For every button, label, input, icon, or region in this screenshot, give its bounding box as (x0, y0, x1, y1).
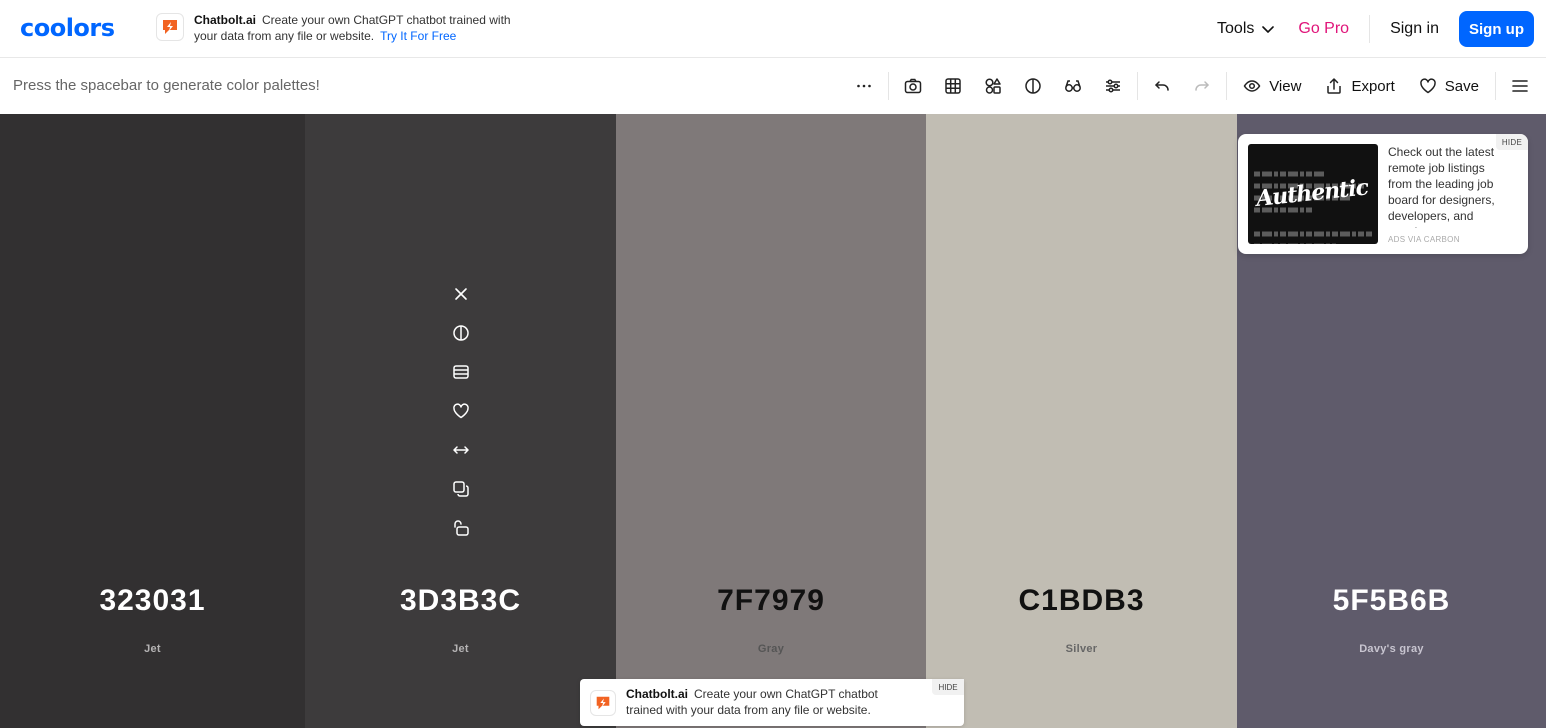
drag-icon[interactable] (446, 430, 476, 469)
close-icon[interactable] (446, 274, 476, 313)
ads-via-carbon[interactable]: ADS VIA CARBON (1388, 235, 1460, 244)
view-button[interactable]: View (1231, 66, 1313, 106)
contrast-icon[interactable] (446, 313, 476, 352)
carbon-ad-card[interactable]: Authentic Check out the latest remote jo… (1238, 134, 1528, 254)
undo-icon[interactable] (1142, 66, 1182, 106)
bottom-ad-text: Chatbolt.ai Create your own ChatGPT chatb… (626, 686, 916, 718)
more-icon[interactable] (844, 66, 884, 106)
swatch-tools (446, 274, 476, 547)
hide-ad-button[interactable]: HIDE (1496, 134, 1528, 150)
camera-icon[interactable] (893, 66, 933, 106)
chatbolt-logo-icon (156, 13, 184, 41)
grid-icon[interactable] (933, 66, 973, 106)
carbon-ad-text[interactable]: Check out the latest remote job listings… (1388, 144, 1500, 228)
heart-icon[interactable] (446, 391, 476, 430)
save-button[interactable]: Save (1407, 66, 1491, 106)
sign-up-button[interactable]: Sign up (1459, 11, 1534, 47)
spacebar-hint: Press the spacebar to generate color pal… (13, 77, 320, 94)
generator-toolbar: Press the spacebar to generate color pal… (0, 58, 1546, 114)
top-sponsor-ad[interactable]: Chatbolt.ai Create your own ChatGPT chatb… (156, 12, 536, 48)
toolbar-divider (1495, 72, 1496, 100)
heart-icon (1419, 77, 1437, 95)
color-swatch-2[interactable]: 3D3B3C Jet (305, 114, 616, 728)
swatch-hex-code[interactable]: 323031 (0, 584, 305, 618)
hamburger-menu-icon[interactable] (1500, 66, 1540, 106)
swatch-color-name[interactable]: Jet (0, 643, 305, 655)
swatch-color-name[interactable]: Gray (616, 643, 926, 655)
copy-icon[interactable] (446, 469, 476, 508)
bottom-sponsor-ad[interactable]: Chatbolt.ai Create your own ChatGPT chatb… (580, 679, 964, 726)
contrast-icon[interactable] (1013, 66, 1053, 106)
top-navbar: coolors Chatbolt.ai Create your own ChatG… (0, 0, 1546, 58)
export-button[interactable]: Export (1313, 66, 1406, 106)
shades-icon[interactable] (446, 352, 476, 391)
hide-ad-button[interactable]: HIDE (932, 679, 964, 695)
sliders-icon[interactable] (1093, 66, 1133, 106)
chatbolt-logo-icon (590, 690, 616, 716)
swatch-hex-code[interactable]: C1BDB3 (926, 584, 1237, 618)
tools-menu[interactable]: Tools (1217, 20, 1276, 38)
toolbar-divider (1137, 72, 1139, 100)
carbon-ad-image[interactable]: Authentic (1248, 144, 1378, 244)
color-swatch-4[interactable]: C1BDB3 Silver (926, 114, 1237, 728)
swatch-color-name[interactable]: Davy's gray (1237, 643, 1546, 655)
nav-divider (1369, 15, 1371, 43)
eye-icon (1243, 77, 1261, 95)
swatch-hex-code[interactable]: 7F7979 (616, 584, 926, 618)
color-swatch-3[interactable]: 7F7979 Gray (616, 114, 926, 728)
shapes-icon[interactable] (973, 66, 1013, 106)
glasses-icon[interactable] (1053, 66, 1093, 106)
bottom-ad-name: Chatbolt.ai (626, 687, 688, 701)
top-ad-cta-link[interactable]: Try It For Free (380, 29, 456, 43)
go-pro-link[interactable]: Go Pro (1298, 20, 1349, 38)
unlock-icon[interactable] (446, 508, 476, 547)
share-icon (1325, 77, 1343, 95)
sign-in-link[interactable]: Sign in (1390, 20, 1439, 38)
tools-label: Tools (1217, 20, 1255, 37)
swatch-hex-code[interactable]: 5F5B6B (1237, 584, 1546, 618)
save-label: Save (1444, 77, 1479, 95)
swatch-hex-code[interactable]: 3D3B3C (305, 584, 616, 618)
redo-icon[interactable] (1182, 66, 1222, 106)
export-label: Export (1351, 77, 1395, 95)
coolors-logo[interactable]: coolors (20, 14, 115, 42)
top-ad-text: Chatbolt.ai Create your own ChatGPT chatb… (194, 12, 534, 44)
view-label: View (1269, 77, 1302, 95)
logo-text: coolors (20, 14, 115, 42)
nav-actions: Tools Go Pro Sign in Sign up (1217, 11, 1534, 47)
color-swatch-1[interactable]: 323031 Jet (0, 114, 305, 728)
swatch-color-name[interactable]: Silver (926, 643, 1237, 655)
toolbar-actions: View Export Save (844, 58, 1546, 114)
swatch-color-name[interactable]: Jet (305, 643, 616, 655)
toolbar-divider (1226, 72, 1228, 100)
top-ad-name: Chatbolt.ai (194, 13, 256, 27)
chevron-down-icon (1260, 21, 1276, 37)
toolbar-divider (888, 72, 890, 100)
